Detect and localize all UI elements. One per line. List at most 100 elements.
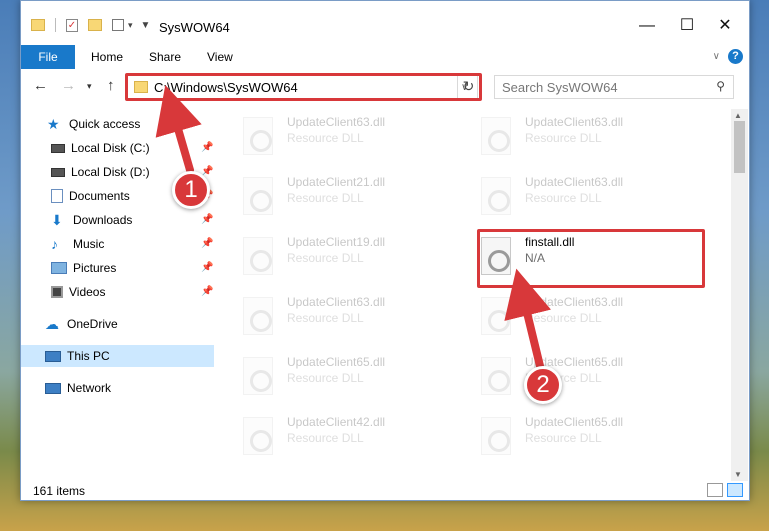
- file-tile[interactable]: UpdateClient42.dll Resource DLL: [221, 409, 445, 457]
- file-tile[interactable]: UpdateClient65.dll Resource DLL: [221, 349, 445, 397]
- item-count: 161 items: [33, 484, 86, 498]
- file-tile[interactable]: UpdateClient65.dll Resource DLL: [459, 409, 683, 457]
- sidebar-item-quick-access[interactable]: ★ Quick access: [47, 113, 140, 135]
- dll-file-icon: [243, 417, 273, 455]
- network-icon: [45, 382, 61, 394]
- search-input[interactable]: Search SysWOW64 ⚲: [494, 75, 734, 99]
- highlight-box-address: [125, 73, 482, 101]
- dll-file-icon: [243, 297, 273, 335]
- recent-locations-icon[interactable]: ▾: [87, 81, 92, 92]
- scrollbar-thumb[interactable]: [734, 121, 745, 173]
- file-tile[interactable]: UpdateClient63.dll Resource DLL: [459, 289, 683, 337]
- file-type: Resource DLL: [287, 371, 364, 385]
- computer-icon: [45, 350, 61, 362]
- pin-icon[interactable]: 📌: [201, 142, 213, 153]
- tab-share[interactable]: Share: [135, 45, 195, 69]
- file-tile[interactable]: UpdateClient21.dll Resource DLL: [221, 169, 445, 217]
- sidebar-item-documents[interactable]: Documents: [51, 185, 130, 207]
- chevron-down-icon[interactable]: ▾: [128, 20, 133, 31]
- file-tile[interactable]: UpdateClient65.dll Resource DLL: [459, 349, 683, 397]
- sidebar-item-pictures[interactable]: Pictures: [51, 257, 116, 279]
- sidebar-item-downloads[interactable]: ⬇ Downloads: [51, 209, 132, 231]
- cloud-icon: ☁: [45, 316, 59, 332]
- dll-file-icon: [481, 177, 511, 215]
- quick-access-toolbar: ✓ ▾ ▼: [31, 16, 150, 34]
- downloads-icon: ⬇: [51, 212, 63, 228]
- ribbon-tabs: File Home Share View ∨ ?: [21, 45, 749, 69]
- file-tile[interactable]: UpdateClient19.dll Resource DLL: [221, 229, 445, 277]
- file-type: Resource DLL: [287, 191, 364, 205]
- sidebar-item-label: Pictures: [73, 261, 117, 275]
- sidebar-item-local-disk-c[interactable]: Local Disk (C:): [51, 137, 150, 159]
- sidebar-item-label: Videos: [69, 285, 106, 299]
- file-type: Resource DLL: [287, 431, 364, 445]
- explorer-window: ✓ ▾ ▼ SysWOW64 — ☐ ✕ File Home Share Vie…: [20, 0, 750, 501]
- file-tile[interactable]: UpdateClient63.dll Resource DLL: [221, 109, 445, 157]
- pin-icon[interactable]: 📌: [201, 214, 213, 225]
- toolbar-dropdown-icon[interactable]: ▼: [141, 20, 151, 31]
- dll-file-icon: [243, 357, 273, 395]
- pin-icon[interactable]: 📌: [201, 238, 213, 249]
- scroll-up-icon[interactable]: ▲: [734, 111, 742, 120]
- folder-icon[interactable]: [31, 19, 45, 31]
- dll-file-icon: [481, 357, 511, 395]
- pin-icon[interactable]: 📌: [201, 286, 213, 297]
- file-type: Resource DLL: [287, 131, 364, 145]
- pin-icon[interactable]: 📌: [201, 262, 213, 273]
- sidebar-item-network[interactable]: Network: [45, 377, 111, 399]
- minimize-button[interactable]: —: [627, 11, 667, 41]
- expand-ribbon-icon[interactable]: ∨: [713, 51, 720, 62]
- file-name: UpdateClient21.dll: [287, 175, 386, 189]
- file-type: Resource DLL: [525, 131, 602, 145]
- search-placeholder: Search SysWOW64: [502, 79, 618, 95]
- scroll-down-icon[interactable]: ▼: [734, 470, 742, 479]
- tab-file[interactable]: File: [21, 45, 75, 69]
- sidebar-item-onedrive[interactable]: ☁ OneDrive: [45, 313, 118, 335]
- tab-view[interactable]: View: [193, 45, 247, 69]
- close-button[interactable]: ✕: [705, 11, 745, 41]
- status-bar: 161 items: [21, 479, 749, 501]
- sidebar-item-this-pc[interactable]: This PC: [21, 345, 214, 367]
- file-type: Resource DLL: [287, 251, 364, 265]
- up-arrow-icon[interactable]: ↑: [107, 77, 115, 94]
- sidebar-item-label: OneDrive: [67, 317, 118, 331]
- maximize-button[interactable]: ☐: [667, 11, 707, 41]
- file-list: UpdateClient63.dll Resource DLL UpdateCl…: [221, 109, 733, 474]
- sidebar-item-label: Quick access: [69, 117, 141, 131]
- new-folder-icon[interactable]: [88, 19, 102, 31]
- file-tile[interactable]: UpdateClient63.dll Resource DLL: [459, 169, 683, 217]
- sidebar-item-label: Network: [67, 381, 112, 395]
- sidebar-item-label: This PC: [67, 349, 110, 363]
- file-name: UpdateClient63.dll: [287, 295, 386, 309]
- sidebar-item-label: Documents: [69, 189, 130, 203]
- customize-icon[interactable]: [112, 19, 124, 31]
- file-name: UpdateClient63.dll: [525, 115, 624, 129]
- window-title: SysWOW64: [159, 20, 230, 35]
- star-icon: ★: [47, 116, 60, 132]
- properties-icon[interactable]: ✓: [66, 18, 78, 32]
- help-icon[interactable]: ?: [728, 49, 743, 64]
- forward-arrow-icon[interactable]: →: [61, 77, 76, 94]
- file-tile[interactable]: UpdateClient63.dll Resource DLL: [459, 109, 683, 157]
- videos-icon: [51, 286, 63, 298]
- file-name: UpdateClient63.dll: [525, 175, 624, 189]
- dll-file-icon: [243, 177, 273, 215]
- file-type: Resource DLL: [525, 191, 602, 205]
- documents-icon: [51, 189, 63, 203]
- vertical-scrollbar[interactable]: ▲ ▼: [731, 109, 748, 481]
- sidebar-item-label: Downloads: [73, 213, 133, 227]
- sidebar-item-label: Local Disk (D:): [71, 165, 150, 179]
- sidebar-item-videos[interactable]: Videos: [51, 281, 105, 303]
- dll-file-icon: [481, 417, 511, 455]
- details-view-icon[interactable]: [707, 483, 723, 497]
- large-icons-view-icon[interactable]: [727, 483, 743, 497]
- highlight-box-file: [477, 229, 705, 288]
- back-arrow-icon[interactable]: ←: [33, 77, 48, 94]
- step-callout-1: 1: [172, 171, 210, 209]
- tab-home[interactable]: Home: [77, 45, 137, 69]
- sidebar-item-local-disk-d[interactable]: Local Disk (D:): [51, 161, 150, 183]
- sidebar-item-music[interactable]: ♪ Music: [51, 233, 104, 255]
- file-tile[interactable]: UpdateClient63.dll Resource DLL: [221, 289, 445, 337]
- navigation-pane: ★ Quick access Local Disk (C:) 📌 Local D…: [21, 109, 214, 474]
- search-icon[interactable]: ⚲: [716, 79, 725, 93]
